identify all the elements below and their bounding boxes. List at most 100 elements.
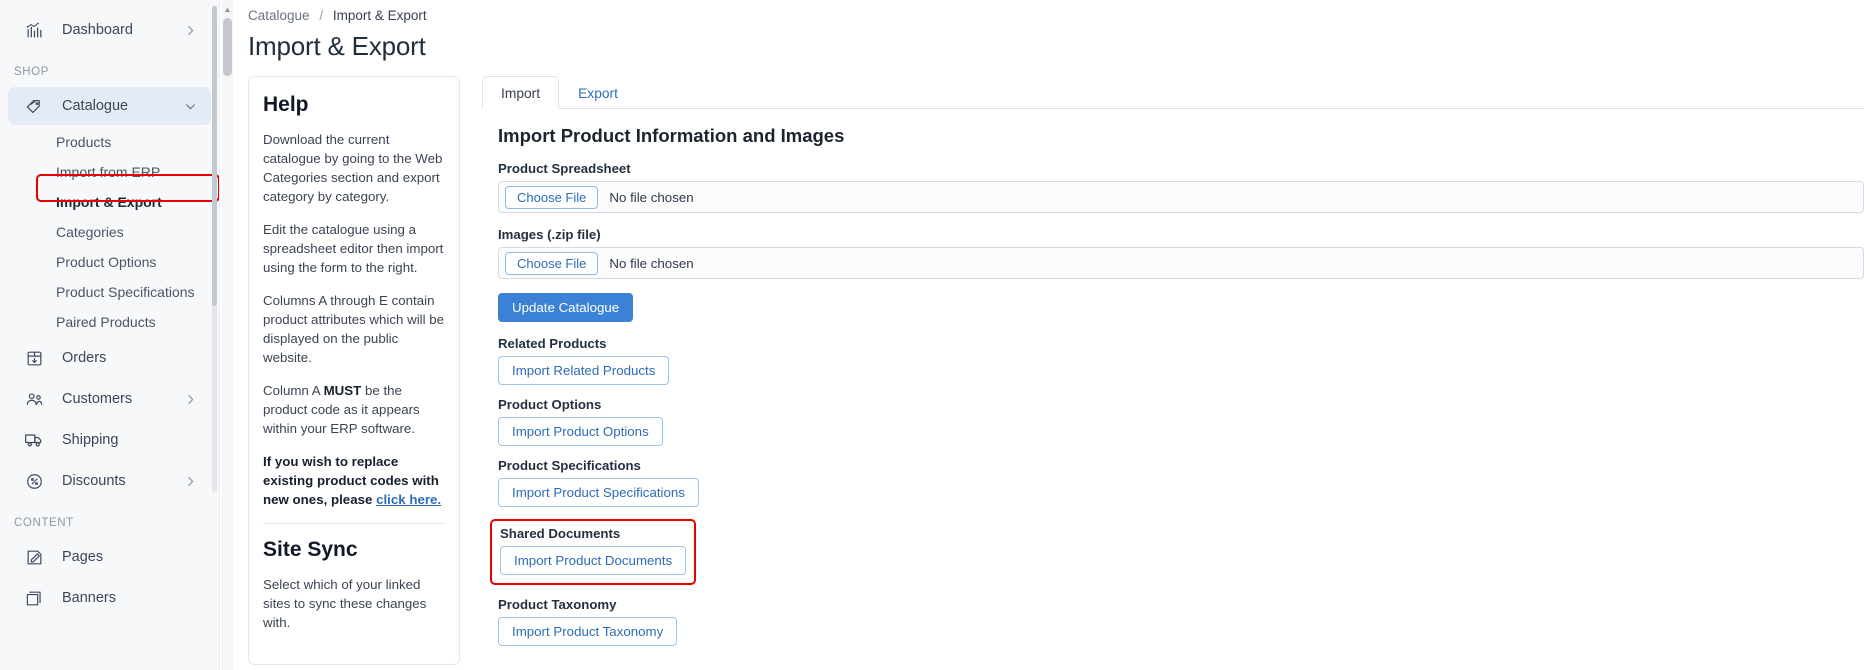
sidebar-item-discounts[interactable]: Discounts (8, 462, 211, 500)
sidebar-item-import-from-erp[interactable]: Import from ERP (8, 158, 211, 186)
product-taxonomy-group: Product Taxonomy Import Product Taxonomy (498, 597, 1864, 646)
help-p4-prefix: Column A (263, 383, 324, 398)
chevron-right-icon[interactable] (184, 475, 197, 488)
help-p4-must: MUST (323, 383, 362, 398)
tab-import[interactable]: Import (482, 76, 560, 109)
box-download-icon (22, 346, 46, 370)
content-columns: Help Download the current catalogue by g… (248, 76, 1864, 665)
import-product-specifications-button[interactable]: Import Product Specifications (498, 478, 699, 507)
site-sync-heading: Site Sync (263, 538, 358, 561)
images-zip-file-input[interactable]: Choose File No file chosen (498, 247, 1864, 279)
app-root: Dashboard SHOP Catalogue Products Import… (0, 0, 1864, 670)
sidebar-subitem-label: Product Specifications (56, 284, 195, 300)
sidebar-item-dashboard[interactable]: Dashboard (8, 11, 211, 49)
sidebar-item-label: Shipping (62, 432, 119, 448)
shared-documents-label: Shared Documents (500, 526, 621, 541)
sidebar-item-label: Customers (62, 391, 133, 407)
sidebar-subitem-label: Import & Export (56, 194, 162, 210)
related-products-group: Related Products Import Related Products (498, 336, 1864, 385)
import-product-taxonomy-button[interactable]: Import Product Taxonomy (498, 617, 678, 646)
chevron-right-icon (184, 24, 197, 37)
images-file-name: No file chosen (609, 255, 694, 271)
chevron-right-icon[interactable] (184, 393, 197, 406)
import-panel-heading: Import Product Information and Images (498, 125, 845, 146)
percent-tag-icon (22, 469, 46, 493)
help-card: Help Download the current catalogue by g… (248, 76, 460, 665)
sidebar-item-pages[interactable]: Pages (8, 538, 211, 576)
import-product-documents-button[interactable]: Import Product Documents (500, 546, 687, 575)
sidebar-item-shipping[interactable]: Shipping (8, 421, 211, 459)
sidebar-item-banners[interactable]: Banners (8, 579, 211, 617)
choose-file-button-spreadsheet[interactable]: Choose File (505, 185, 599, 209)
tab-export[interactable]: Export (559, 76, 637, 109)
breadcrumb: Catalogue / Import & Export (248, 0, 1864, 23)
sidebar-subitem-label: Product Options (56, 254, 157, 270)
sidebar-item-label: Discounts (62, 473, 126, 489)
tag-icon (22, 94, 46, 118)
help-paragraph-4: Column A MUST be the product code as it … (263, 381, 445, 438)
product-specifications-label: Product Specifications (498, 458, 641, 473)
sidebar-item-import-and-export[interactable]: Import & Export (8, 188, 211, 216)
sidebar-item-customers[interactable]: Customers (8, 380, 211, 418)
sidebar-scrollbar-thumb[interactable] (212, 6, 217, 306)
sidebar-item-label: Orders (62, 350, 107, 366)
choose-file-button-images[interactable]: Choose File (505, 251, 599, 275)
product-options-label: Product Options (498, 397, 602, 412)
help-divider (263, 523, 445, 524)
site-sync-text: Select which of your linked sites to syn… (263, 577, 427, 630)
page-scrollbar-thumb[interactable] (223, 18, 232, 76)
sidebar-section-content-label: CONTENT (14, 517, 74, 529)
help-paragraph-5: If you wish to replace existing product … (263, 452, 445, 509)
main-content: ▲ Catalogue / Import & Export Import & E… (220, 0, 1864, 670)
sidebar-item-label: Dashboard (62, 22, 133, 38)
help-paragraph-2: Edit the catalogue using a spreadsheet e… (263, 222, 444, 275)
import-panel: Import Product Information and Images Pr… (482, 109, 1864, 646)
sidebar-item-product-options[interactable]: Product Options (8, 248, 211, 276)
truck-icon (22, 428, 46, 452)
scroll-up-arrow-icon[interactable]: ▲ (223, 4, 232, 14)
related-products-label: Related Products (498, 336, 607, 351)
import-export-panel-wrap: Import Export Import Product Information… (482, 76, 1864, 658)
breadcrumb-current: Import & Export (332, 8, 427, 23)
breadcrumb-parent[interactable]: Catalogue (248, 8, 310, 23)
product-options-group: Product Options Import Product Options (498, 397, 1864, 446)
help-paragraph-1: Download the current catalogue by going … (263, 132, 443, 204)
import-product-options-button[interactable]: Import Product Options (498, 417, 663, 446)
sidebar: Dashboard SHOP Catalogue Products Import… (0, 0, 220, 670)
sidebar-subitem-label: Import from ERP (56, 164, 161, 180)
chevron-down-icon[interactable] (184, 100, 197, 113)
update-catalogue-button[interactable]: Update Catalogue (498, 293, 634, 322)
images-zip-label: Images (.zip file) (498, 227, 601, 242)
sidebar-item-catalogue[interactable]: Catalogue (8, 87, 211, 125)
sidebar-item-orders[interactable]: Orders (8, 339, 211, 377)
help-heading: Help (263, 93, 309, 116)
spreadsheet-file-name: No file chosen (609, 189, 694, 205)
sidebar-item-label: Pages (62, 549, 104, 565)
import-related-products-button[interactable]: Import Related Products (498, 356, 670, 385)
product-taxonomy-label: Product Taxonomy (498, 597, 617, 612)
breadcrumb-separator: / (319, 8, 324, 23)
sidebar-scroll-area: Dashboard SHOP Catalogue Products Import… (0, 0, 219, 617)
product-spreadsheet-label: Product Spreadsheet (498, 161, 631, 176)
dashboard-chart-icon (22, 18, 46, 42)
users-icon (22, 387, 46, 411)
sidebar-section-shop-label: SHOP (14, 66, 49, 78)
banners-stack-icon (22, 586, 46, 610)
product-spreadsheet-file-input[interactable]: Choose File No file chosen (498, 181, 1864, 213)
page-scrollbar-track[interactable] (222, 0, 233, 670)
sidebar-item-categories[interactable]: Categories (8, 218, 211, 246)
product-specifications-group: Product Specifications Import Product Sp… (498, 458, 1864, 507)
sidebar-item-paired-products[interactable]: Paired Products (8, 308, 211, 336)
sidebar-item-label: Banners (62, 590, 117, 606)
sidebar-item-product-specifications[interactable]: Product Specifications (8, 278, 211, 306)
help-paragraph-3: Columns A through E contain product attr… (263, 293, 445, 365)
sidebar-subitem-label: Products (56, 134, 112, 150)
page-edit-icon (22, 545, 46, 569)
help-click-here-link[interactable]: click here. (376, 492, 441, 507)
sidebar-item-label: Catalogue (62, 98, 129, 114)
page-title: Import & Export (248, 31, 426, 61)
tab-bar: Import Export (482, 76, 1864, 109)
sidebar-subitem-label: Categories (56, 224, 124, 240)
sidebar-item-products[interactable]: Products (8, 128, 211, 156)
shared-documents-group: Shared Documents Import Product Document… (490, 519, 697, 585)
